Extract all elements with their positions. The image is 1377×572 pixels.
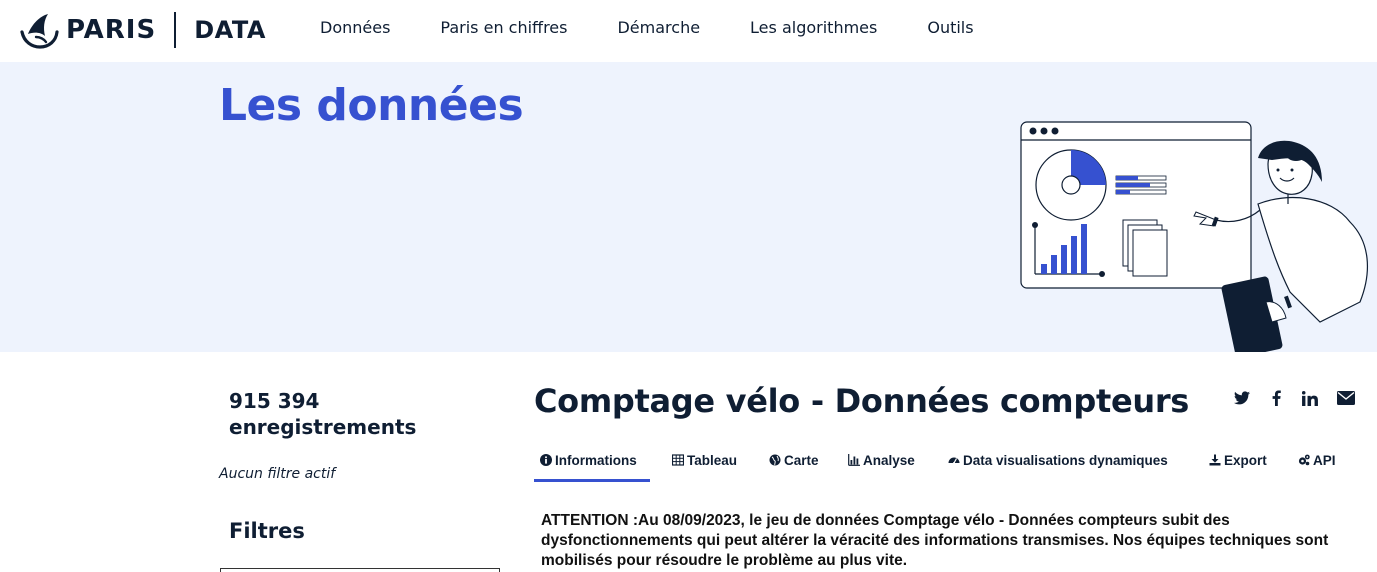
share-facebook-button[interactable] (1265, 388, 1287, 408)
record-count-label: enregistrements (229, 415, 417, 439)
linkedin-icon (1302, 390, 1318, 406)
logo-separator (174, 12, 177, 48)
data-presenter-illustration (1020, 121, 1369, 352)
tab-carte[interactable]: Carte (763, 449, 825, 482)
record-count-number: 915 394 (229, 389, 320, 413)
tab-tableau[interactable]: Tableau (666, 449, 743, 482)
filter-search-input[interactable] (220, 568, 500, 572)
bar-chart-icon (848, 454, 860, 466)
share-twitter-button[interactable] (1231, 388, 1253, 408)
facebook-icon (1272, 390, 1281, 406)
twitter-icon (1234, 391, 1250, 405)
record-count: 915 394 enregistrements (229, 388, 416, 440)
table-icon (672, 454, 684, 466)
globe-icon (769, 454, 781, 466)
dataset-warning-notice: ATTENTION :Au 08/09/2023, le jeu de donn… (541, 512, 1329, 569)
logo-paris-text: PARIS (66, 15, 157, 45)
tab-export[interactable]: Export (1203, 449, 1273, 482)
hero-banner: Les données (0, 62, 1377, 352)
tab-api[interactable]: API (1292, 449, 1342, 482)
tab-informations[interactable]: Informations (534, 449, 650, 482)
share-linkedin-button[interactable] (1299, 388, 1321, 408)
main-nav: Données Paris en chiffres Démarche Les a… (320, 18, 1024, 37)
tab-analyse[interactable]: Analyse (842, 449, 921, 482)
nav-item-demarche[interactable]: Démarche (617, 18, 700, 37)
filters-heading: Filtres (229, 519, 305, 543)
tab-analyse-label: Analyse (863, 453, 915, 468)
tab-data-visualisations[interactable]: Data visualisations dynamiques (942, 449, 1174, 482)
paris-data-logo[interactable]: PARIS DATA (18, 10, 266, 50)
top-navigation-bar: PARIS DATA Données Paris en chiffres Dém… (0, 0, 1377, 62)
cogs-icon (1298, 454, 1310, 466)
tab-api-label: API (1313, 453, 1336, 468)
tab-data-visualisations-label: Data visualisations dynamiques (963, 453, 1168, 468)
tab-tableau-label: Tableau (687, 453, 738, 468)
logo-data-text: DATA (194, 16, 266, 44)
share-email-button[interactable] (1335, 388, 1357, 408)
tab-export-label: Export (1224, 453, 1267, 468)
nav-item-paris-en-chiffres[interactable]: Paris en chiffres (440, 18, 567, 37)
download-icon (1209, 454, 1221, 466)
dataset-title: Comptage vélo - Données compteurs (534, 382, 1190, 420)
nav-item-algorithmes[interactable]: Les algorithmes (750, 18, 877, 37)
info-icon (540, 454, 552, 466)
tab-informations-label: Informations (555, 453, 637, 468)
page-title: Les données (219, 80, 524, 131)
paris-ship-logo-icon (20, 14, 59, 49)
dashboard-icon (948, 457, 960, 464)
tab-carte-label: Carte (784, 453, 819, 468)
email-icon (1337, 391, 1355, 405)
active-filters-status: Aucun filtre actif (219, 466, 336, 482)
nav-item-outils[interactable]: Outils (927, 18, 973, 37)
nav-item-donnees[interactable]: Données (320, 18, 390, 37)
